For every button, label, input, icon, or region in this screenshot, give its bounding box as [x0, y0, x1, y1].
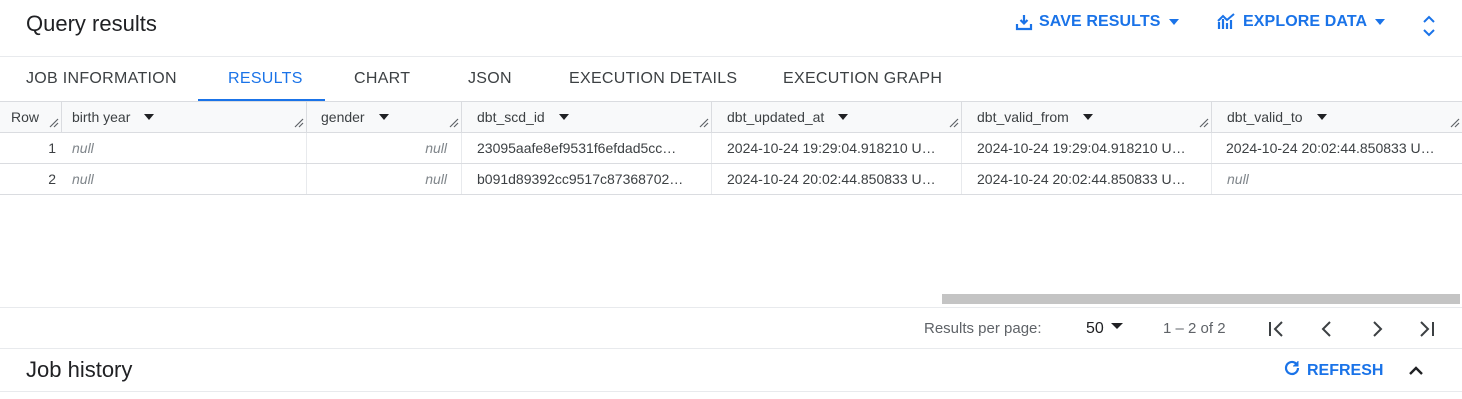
table-header-row: Row birth year gender dbt_scd_id dbt_upd…: [0, 101, 1462, 133]
sort-arrow-icon[interactable]: [144, 114, 155, 120]
column-resize-icon[interactable]: [1450, 118, 1460, 128]
column-header-label: dbt_valid_from: [977, 109, 1069, 125]
explore-chart-icon: [1217, 13, 1237, 31]
cell-value: 2024-10-24 20:02:44.850833 U…: [977, 170, 1186, 187]
page-title: Query results: [26, 11, 157, 36]
birth-year-cell[interactable]: null: [62, 133, 307, 163]
column-header-label: gender: [321, 109, 365, 125]
column-resize-icon[interactable]: [1199, 118, 1209, 128]
chevron-down-icon: [1167, 15, 1181, 29]
sort-arrow-icon[interactable]: [378, 114, 389, 120]
chevron-down-icon: [1110, 319, 1124, 338]
column-header-dbt-updated-at[interactable]: dbt_updated_at: [712, 102, 962, 132]
column-header-dbt-valid-from[interactable]: dbt_valid_from: [962, 102, 1212, 132]
refresh-icon: [1283, 359, 1301, 382]
dbt-scd-id-cell[interactable]: 23095aafe8ef9531f6efdad5cc…: [462, 133, 712, 163]
expand-collapse-icon[interactable]: [1420, 13, 1438, 39]
tab-json[interactable]: JSON: [468, 70, 512, 88]
dbt-valid-from-cell[interactable]: 2024-10-24 19:29:04.918210 U…: [962, 133, 1212, 163]
cell-value: 2024-10-24 20:02:44.850833 U…: [1226, 139, 1435, 156]
dbt-scd-id-cell[interactable]: b091d89392cc9517c87368702…: [462, 164, 712, 194]
column-resize-icon[interactable]: [49, 118, 59, 128]
dbt-valid-from-cell[interactable]: 2024-10-24 20:02:44.850833 U…: [962, 164, 1212, 194]
cell-value: 2024-10-24 19:29:04.918210 U…: [977, 139, 1186, 156]
chevron-up-icon[interactable]: [1406, 361, 1426, 381]
column-header-label: dbt_updated_at: [727, 109, 825, 125]
tab-execution-details[interactable]: EXECUTION DETAILS: [569, 70, 737, 88]
table-row[interactable]: 1 null null 23095aafe8ef9531f6efdad5cc… …: [0, 133, 1462, 164]
explore-data-label: EXPLORE DATA: [1243, 13, 1368, 30]
previous-page-icon[interactable]: [1316, 318, 1338, 340]
results-per-page-label: Results per page:: [924, 320, 1042, 337]
cell-value: 2024-10-24 20:02:44.850833 U…: [727, 170, 936, 187]
row-number-cell: 1: [48, 140, 56, 156]
download-icon: [1015, 13, 1033, 31]
column-header-birth-year[interactable]: birth year: [62, 102, 307, 132]
save-results-label: SAVE RESULTS: [1039, 13, 1161, 30]
tab-chart[interactable]: CHART: [354, 70, 410, 88]
gender-cell[interactable]: null: [307, 133, 462, 163]
last-page-icon[interactable]: [1416, 318, 1438, 340]
dbt-updated-at-cell[interactable]: 2024-10-24 20:02:44.850833 U…: [712, 164, 962, 194]
next-page-icon[interactable]: [1366, 318, 1388, 340]
tab-job-information[interactable]: JOB INFORMATION: [26, 70, 177, 88]
save-results-button[interactable]: SAVE RESULTS: [1015, 13, 1181, 31]
tab-execution-graph[interactable]: EXECUTION GRAPH: [783, 70, 942, 88]
pagination-bar: Results per page: 50 1 – 2 of 2: [0, 307, 1462, 349]
dbt-valid-to-cell[interactable]: 2024-10-24 20:02:44.850833 U…: [1212, 133, 1462, 163]
sort-arrow-icon[interactable]: [838, 114, 849, 120]
cell-value: 23095aafe8ef9531f6efdad5cc…: [477, 139, 677, 156]
column-header-dbt-valid-to[interactable]: dbt_valid_to: [1212, 102, 1462, 132]
cell-value: b091d89392cc9517c87368702…: [477, 170, 684, 187]
table-row[interactable]: 2 null null b091d89392cc9517c87368702… 2…: [0, 164, 1462, 195]
row-number-cell: 2: [48, 171, 56, 187]
first-page-icon[interactable]: [1266, 318, 1288, 340]
sort-arrow-icon[interactable]: [1316, 114, 1327, 120]
dbt-updated-at-cell[interactable]: 2024-10-24 19:29:04.918210 U…: [712, 133, 962, 163]
column-resize-icon[interactable]: [294, 118, 304, 128]
column-header-label: birth year: [72, 109, 131, 125]
column-header-dbt-scd-id[interactable]: dbt_scd_id: [462, 102, 712, 132]
page-size-select[interactable]: 50: [1086, 319, 1124, 338]
column-header-gender[interactable]: gender: [307, 102, 462, 132]
column-resize-icon[interactable]: [449, 118, 459, 128]
results-tabs: JOB INFORMATION RESULTS CHART JSON EXECU…: [0, 56, 1462, 102]
refresh-label: REFRESH: [1307, 361, 1384, 379]
dbt-valid-to-cell[interactable]: null: [1212, 164, 1462, 194]
refresh-button[interactable]: REFRESH: [1283, 359, 1383, 382]
sort-arrow-icon[interactable]: [558, 114, 569, 120]
tab-results[interactable]: RESULTS: [228, 70, 303, 88]
horizontal-scrollbar[interactable]: [942, 294, 1460, 304]
job-history-title: Job history: [26, 357, 133, 382]
gender-cell[interactable]: null: [307, 164, 462, 194]
column-header-label: Row: [11, 109, 40, 125]
column-header-label: dbt_valid_to: [1227, 109, 1303, 125]
cell-value: 2024-10-24 19:29:04.918210 U…: [727, 139, 936, 156]
column-header-row[interactable]: Row: [0, 102, 62, 132]
query-results-header: Query results SAVE RESULTS EXPLORE DATA: [0, 0, 1462, 50]
birth-year-cell[interactable]: null: [62, 164, 307, 194]
job-history-header: Job history REFRESH: [0, 349, 1462, 392]
page-size-value: 50: [1086, 319, 1104, 337]
column-resize-icon[interactable]: [699, 118, 709, 128]
chevron-down-icon: [1373, 15, 1387, 29]
column-header-label: dbt_scd_id: [477, 109, 545, 125]
column-resize-icon[interactable]: [949, 118, 959, 128]
explore-data-button[interactable]: EXPLORE DATA: [1217, 13, 1387, 31]
page-range-text: 1 – 2 of 2: [1163, 320, 1226, 337]
sort-arrow-icon[interactable]: [1082, 114, 1093, 120]
